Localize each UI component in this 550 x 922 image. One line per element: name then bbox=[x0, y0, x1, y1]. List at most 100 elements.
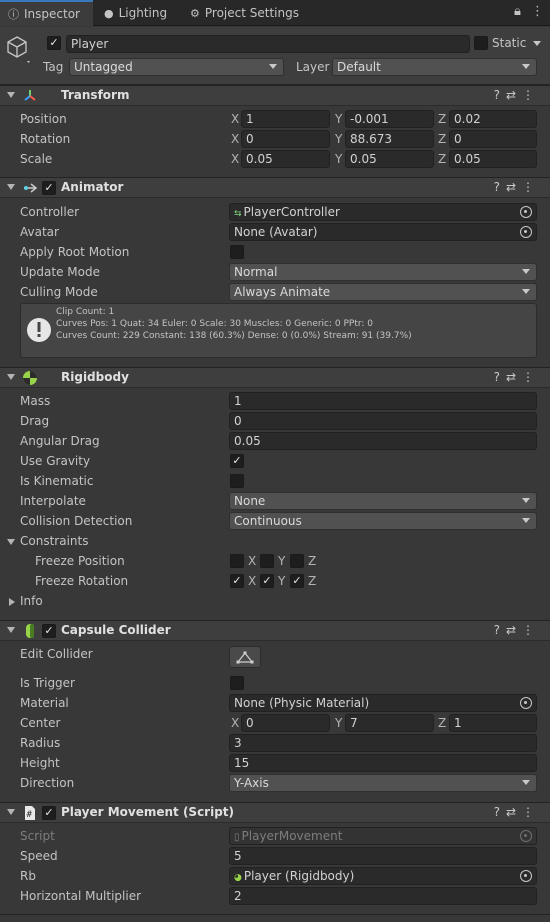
object-picker-icon[interactable] bbox=[520, 870, 532, 882]
tag-dropdown[interactable]: Untagged bbox=[69, 58, 284, 76]
use-gravity-checkbox[interactable]: ✓ bbox=[230, 454, 244, 468]
help-icon[interactable]: ? bbox=[494, 370, 506, 384]
tab-project-settings[interactable]: ⚙ Project Settings bbox=[182, 0, 322, 26]
enabled-checkbox[interactable]: ✓ bbox=[42, 181, 56, 195]
foldout-arrow-icon[interactable] bbox=[7, 374, 15, 380]
center-z-field[interactable]: 1 bbox=[449, 714, 537, 732]
tab-inspector[interactable]: ⓘ Inspector bbox=[0, 0, 93, 26]
constraints-foldout-icon[interactable] bbox=[7, 539, 15, 545]
mass-label: Mass bbox=[20, 394, 51, 408]
object-picker-icon[interactable] bbox=[520, 226, 532, 238]
help-icon[interactable]: ? bbox=[494, 88, 506, 102]
foldout-arrow-icon[interactable] bbox=[7, 809, 15, 815]
presets-icon[interactable]: ⇄ bbox=[506, 370, 522, 384]
presets-icon[interactable]: ⇄ bbox=[506, 88, 522, 102]
divider bbox=[0, 914, 550, 915]
center-y-field[interactable]: 7 bbox=[345, 714, 434, 732]
presets-icon[interactable]: ⇄ bbox=[506, 805, 522, 819]
scale-z-field[interactable]: 0.05 bbox=[449, 150, 537, 168]
horizontal-multiplier-label: Horizontal Multiplier bbox=[20, 889, 142, 903]
help-icon[interactable]: ? bbox=[494, 180, 506, 194]
component-header-icons: ?⇄⋮ bbox=[494, 805, 540, 819]
chevron-down-icon bbox=[522, 518, 530, 523]
height-field[interactable]: 15 bbox=[229, 754, 537, 772]
axis-z-label: Z bbox=[438, 716, 447, 730]
info-warning-icon bbox=[27, 318, 51, 342]
rigidbody-header[interactable]: Rigidbody ?⇄⋮ bbox=[0, 367, 550, 388]
axis-x-label: X bbox=[231, 112, 240, 126]
horizontal-multiplier-field[interactable]: 2 bbox=[229, 887, 537, 905]
gameobject-cube-icon[interactable] bbox=[6, 35, 32, 63]
apply-root-motion-checkbox[interactable] bbox=[230, 245, 244, 259]
rotation-z-field[interactable]: 0 bbox=[449, 130, 537, 148]
more-icon[interactable]: ⋮ bbox=[531, 4, 544, 19]
direction-dropdown[interactable]: Y-Axis bbox=[229, 774, 537, 792]
rb-field[interactable]: ◕ Player (Rigidbody) bbox=[229, 867, 537, 885]
freeze-rotation-label: Freeze Rotation bbox=[35, 574, 129, 588]
static-checkbox[interactable] bbox=[474, 36, 488, 50]
freeze-rotation-x-checkbox[interactable]: ✓ bbox=[230, 574, 244, 588]
context-menu-icon[interactable]: ⋮ bbox=[522, 370, 540, 384]
culling-mode-dropdown[interactable]: Always Animate bbox=[229, 283, 537, 301]
help-icon[interactable]: ? bbox=[494, 805, 506, 819]
context-menu-icon[interactable]: ⋮ bbox=[522, 88, 540, 102]
context-menu-icon[interactable]: ⋮ bbox=[522, 180, 540, 194]
name-field[interactable]: Player bbox=[66, 35, 470, 53]
freeze-position-z-checkbox[interactable] bbox=[290, 554, 304, 568]
foldout-arrow-icon[interactable] bbox=[7, 627, 15, 633]
controller-field[interactable]: ⇆ PlayerController bbox=[229, 203, 537, 221]
edit-collider-button[interactable] bbox=[229, 646, 261, 668]
avatar-field[interactable]: None (Avatar) bbox=[229, 223, 537, 241]
radius-field[interactable]: 3 bbox=[229, 734, 537, 752]
is-kinematic-checkbox[interactable] bbox=[230, 474, 244, 488]
object-picker-icon[interactable] bbox=[520, 206, 532, 218]
object-picker-icon[interactable] bbox=[520, 697, 532, 709]
context-menu-icon[interactable]: ⋮ bbox=[522, 623, 540, 637]
interpolate-value: None bbox=[234, 494, 266, 508]
enabled-checkbox[interactable]: ✓ bbox=[42, 624, 56, 638]
lock-icon[interactable]: 🔒︎ bbox=[514, 4, 521, 19]
rotation-y-field[interactable]: 88.673 bbox=[345, 130, 434, 148]
static-dropdown[interactable]: Static bbox=[492, 36, 542, 50]
constraints-label[interactable]: Constraints bbox=[20, 534, 88, 548]
angular-drag-field[interactable]: 0.05 bbox=[229, 432, 537, 450]
info-label[interactable]: Info bbox=[20, 594, 43, 608]
context-menu-icon[interactable]: ⋮ bbox=[522, 805, 540, 819]
position-y-field[interactable]: -0.001 bbox=[345, 110, 434, 128]
axis-y-label: Y bbox=[335, 132, 343, 146]
scale-y-field[interactable]: 0.05 bbox=[345, 150, 434, 168]
update-mode-dropdown[interactable]: Normal bbox=[229, 263, 537, 281]
mass-field[interactable]: 1 bbox=[229, 392, 537, 410]
interpolate-dropdown[interactable]: None bbox=[229, 492, 537, 510]
info-foldout-icon[interactable] bbox=[9, 598, 15, 606]
is-trigger-checkbox[interactable] bbox=[230, 676, 244, 690]
speed-field[interactable]: 5 bbox=[229, 847, 537, 865]
drag-field[interactable]: 0 bbox=[229, 412, 537, 430]
capsule-collider-header[interactable]: ✓ Capsule Collider ?⇄⋮ bbox=[0, 620, 550, 641]
freeze-rotation-y-checkbox[interactable]: ✓ bbox=[260, 574, 274, 588]
center-x-field[interactable]: 0 bbox=[241, 714, 330, 732]
player-movement-header[interactable]: # ✓ Player Movement (Script) ?⇄⋮ bbox=[0, 802, 550, 823]
enabled-checkbox[interactable]: ✓ bbox=[42, 806, 56, 820]
rotation-x-field[interactable]: 0 bbox=[241, 130, 330, 148]
presets-icon[interactable]: ⇄ bbox=[506, 180, 522, 194]
freeze-position-y-checkbox[interactable] bbox=[260, 554, 274, 568]
collision-detection-dropdown[interactable]: Continuous bbox=[229, 512, 537, 530]
layer-dropdown[interactable]: Default bbox=[332, 58, 537, 76]
transform-header[interactable]: Transform ?⇄⋮ bbox=[0, 85, 550, 106]
axis-x-label: X bbox=[231, 152, 240, 166]
position-z-field[interactable]: 0.02 bbox=[449, 110, 537, 128]
tag-value: Untagged bbox=[74, 60, 133, 74]
scale-x-field[interactable]: 0.05 bbox=[241, 150, 330, 168]
material-field[interactable]: None (Physic Material) bbox=[229, 694, 537, 712]
foldout-arrow-icon[interactable] bbox=[7, 184, 15, 190]
active-checkbox[interactable]: ✓ bbox=[47, 36, 61, 50]
foldout-arrow-icon[interactable] bbox=[7, 92, 15, 98]
freeze-rotation-z-checkbox[interactable]: ✓ bbox=[290, 574, 304, 588]
position-x-field[interactable]: 1 bbox=[241, 110, 330, 128]
animator-header[interactable]: ✓ Animator ?⇄⋮ bbox=[0, 177, 550, 198]
tab-lighting[interactable]: ● Lighting bbox=[96, 0, 180, 26]
freeze-position-x-checkbox[interactable] bbox=[230, 554, 244, 568]
help-icon[interactable]: ? bbox=[494, 623, 506, 637]
presets-icon[interactable]: ⇄ bbox=[506, 623, 522, 637]
